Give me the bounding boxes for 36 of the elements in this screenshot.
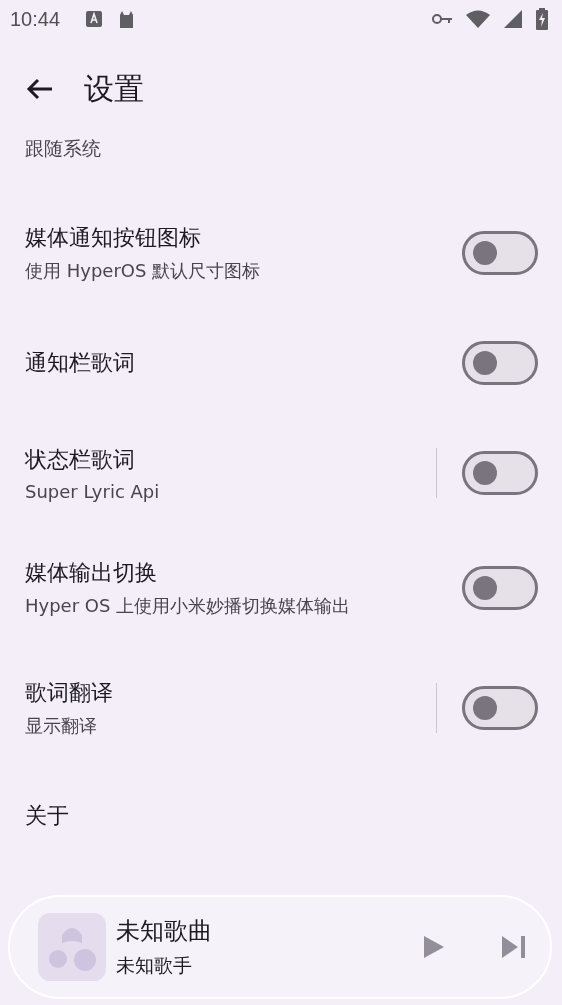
battery-charging-icon (536, 8, 548, 30)
setting-title: 通知栏歌词 (25, 349, 136, 377)
back-icon[interactable] (26, 77, 54, 101)
album-art-icon (38, 913, 106, 981)
play-icon[interactable] (424, 936, 444, 958)
setting-subtitle: 跟随系统 (25, 137, 101, 159)
setting-subtitle: Super Lyric Api (25, 480, 161, 502)
setting-row[interactable]: 关于 (0, 768, 562, 864)
setting-row[interactable]: 媒体通知按钮图标 使用 HyperOS 默认尺寸图标 (0, 198, 562, 308)
toggle-switch[interactable] (462, 341, 538, 385)
status-time: 10:44 (10, 7, 61, 31)
setting-title: 关于 (25, 802, 70, 830)
setting-row[interactable]: 状态栏歌词 Super Lyric Api (0, 418, 562, 528)
mini-player[interactable]: 未知歌曲 未知歌手 (8, 895, 552, 999)
setting-subtitle: 使用 HyperOS 默认尺寸图标 (25, 259, 262, 283)
setting-title: 媒体通知按钮图标 (25, 224, 202, 252)
page-title: 设置 (84, 69, 144, 108)
artist-name: 未知歌手 (116, 953, 193, 978)
song-title: 未知歌曲 (116, 916, 213, 947)
toggle-switch[interactable] (462, 686, 538, 730)
setting-row[interactable]: 媒体输出切换 Hyper OS 上使用小米妙播切换媒体输出 (0, 528, 562, 648)
setting-title: 歌词翻译 (25, 679, 114, 707)
wifi-icon (466, 10, 490, 28)
toggle-switch[interactable] (462, 451, 538, 495)
key-icon (432, 13, 452, 25)
setting-row[interactable]: 通知栏歌词 (0, 308, 562, 418)
signal-icon (504, 10, 522, 28)
skip-next-icon[interactable] (502, 936, 526, 958)
keyboard-notification-icon (86, 11, 103, 27)
setting-subtitle: Hyper OS 上使用小米妙播切换媒体输出 (25, 594, 352, 618)
setting-subtitle: 显示翻译 (25, 714, 98, 738)
setting-title: 状态栏歌词 (25, 445, 136, 474)
toggle-switch[interactable] (462, 566, 538, 610)
toggle-switch[interactable] (462, 231, 538, 275)
setting-row[interactable]: 歌词翻译 显示翻译 (0, 648, 562, 768)
setting-title: 媒体输出切换 (25, 559, 158, 587)
